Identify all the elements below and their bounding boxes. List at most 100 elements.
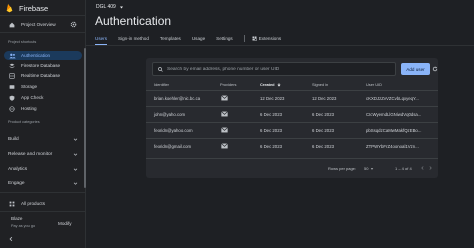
sidebar-divider bbox=[0, 32, 86, 33]
sort-descending-icon bbox=[276, 82, 281, 87]
tab-settings[interactable]: Settings bbox=[216, 33, 233, 43]
collapse-sidebar-icon[interactable] bbox=[8, 236, 14, 242]
sidebar-item-hosting[interactable]: Hosting bbox=[4, 104, 82, 113]
sidebar-item-app-check[interactable]: App Check bbox=[4, 93, 82, 102]
hosting-icon bbox=[8, 105, 16, 113]
category-engage[interactable]: Engage bbox=[8, 179, 78, 187]
page-range: 1 – 4 of 4 bbox=[395, 166, 412, 171]
column-identifier[interactable]: Identifier bbox=[154, 82, 169, 87]
category-label: Release and monitor bbox=[8, 151, 53, 157]
sidebar-divider bbox=[0, 211, 86, 212]
user-created: 12 Dec 2023 bbox=[260, 96, 285, 101]
tab-templates[interactable]: Templates bbox=[160, 33, 181, 43]
tab-users[interactable]: Users bbox=[95, 33, 107, 45]
rows-per-page-label: Rows per page: bbox=[328, 166, 357, 171]
add-user-button[interactable]: Add user bbox=[401, 63, 430, 75]
sidebar-item-firestore[interactable]: Firestore Database bbox=[4, 61, 82, 70]
user-identifier: john@yaho.com bbox=[154, 112, 186, 117]
tab-usage[interactable]: Usage bbox=[192, 33, 205, 43]
sidebar: Firebase Project Overview Project shortc… bbox=[0, 0, 86, 248]
user-uid: ZTPWYbFrZ4oonoal1Vzn... bbox=[366, 144, 419, 149]
user-signed-in: 6 Dec 2023 bbox=[312, 112, 334, 117]
firestore-icon bbox=[8, 62, 16, 70]
user-identifier: feoridn@yahoo.com bbox=[154, 128, 193, 133]
sidebar-item-label: Storage bbox=[21, 84, 38, 89]
user-signed-in: 12 Dec 2023 bbox=[312, 96, 337, 101]
project-overview-label: Project Overview bbox=[21, 22, 56, 27]
project-selector[interactable]: DGL 409 bbox=[96, 2, 124, 12]
table-row[interactable]: john@yaho.com 6 Dec 2023 6 Dec 2023 CIcW… bbox=[146, 106, 438, 122]
user-uid: cKXDJzZvVZCvbLqxyeqY... bbox=[366, 96, 419, 101]
user-search bbox=[152, 62, 396, 76]
column-created-label: Created bbox=[260, 82, 275, 87]
table-header: Identifier Providers Created Signed in U… bbox=[146, 80, 438, 90]
grid-icon bbox=[8, 200, 16, 208]
modify-plan-button[interactable]: Modify bbox=[58, 221, 72, 226]
chevron-down-icon bbox=[73, 138, 78, 141]
column-signed-in[interactable]: Signed in bbox=[312, 82, 328, 87]
user-uid: pbSsqdzCaMwMakfQzEBo... bbox=[366, 128, 422, 133]
plan-description: Pay as you go bbox=[11, 224, 36, 228]
chevron-down-icon bbox=[73, 168, 78, 171]
sidebar-item-label: App Check bbox=[21, 95, 44, 100]
category-label: Build bbox=[8, 136, 19, 142]
sidebar-scrollbar[interactable] bbox=[84, 48, 86, 188]
user-created: 6 Dec 2023 bbox=[260, 128, 282, 133]
all-products-link[interactable]: All products bbox=[4, 199, 82, 208]
caret-down-icon bbox=[119, 6, 123, 8]
email-provider-icon bbox=[221, 127, 228, 133]
rows-per-page-select[interactable]: 50 bbox=[364, 166, 374, 171]
user-identifier: feoridn@gmail.com bbox=[154, 144, 192, 149]
sidebar-item-label: Hosting bbox=[21, 106, 37, 111]
shield-icon bbox=[8, 94, 16, 102]
column-user-uid[interactable]: User UID bbox=[366, 82, 382, 87]
storage-icon bbox=[8, 83, 16, 91]
extensions-icon bbox=[252, 36, 257, 41]
search-input[interactable] bbox=[167, 66, 387, 72]
app-name: Firebase bbox=[19, 3, 49, 13]
user-identifier: brian.koehler@nic.bc.ca bbox=[154, 96, 201, 101]
sidebar-item-authentication[interactable]: Authentication bbox=[4, 51, 82, 60]
people-icon bbox=[8, 52, 16, 60]
caret-down-icon bbox=[371, 167, 374, 170]
category-label: Analytics bbox=[8, 166, 28, 172]
sidebar-item-label: Realtime Database bbox=[21, 73, 61, 78]
table-row[interactable]: brian.koehler@nic.bc.ca 12 Dec 2023 12 D… bbox=[146, 90, 438, 106]
category-analytics[interactable]: Analytics bbox=[8, 165, 78, 173]
categories-section-label: Product categories bbox=[8, 120, 40, 124]
column-created[interactable]: Created bbox=[260, 82, 281, 87]
sidebar-item-storage[interactable]: Storage bbox=[4, 82, 82, 91]
email-provider-icon bbox=[221, 111, 228, 117]
header-divider bbox=[86, 45, 474, 46]
firebase-logo-icon bbox=[6, 3, 13, 13]
shortcuts-section-label: Project shortcuts bbox=[8, 40, 37, 44]
user-created: 6 Dec 2023 bbox=[260, 144, 282, 149]
tab-separator bbox=[243, 34, 245, 42]
sidebar-item-label: Firestore Database bbox=[21, 63, 61, 68]
table-row[interactable]: feoridn@gmail.com 6 Dec 2023 6 Dec 2023 … bbox=[146, 138, 438, 154]
search-icon bbox=[158, 66, 163, 72]
next-page-icon[interactable] bbox=[428, 165, 433, 171]
table-row[interactable]: feoridn@yahoo.com 6 Dec 2023 6 Dec 2023 … bbox=[146, 122, 438, 138]
email-provider-icon bbox=[221, 143, 228, 149]
category-release-monitor[interactable]: Release and monitor bbox=[8, 150, 78, 158]
chevron-down-icon bbox=[73, 182, 78, 185]
firebase-brand[interactable]: Firebase bbox=[6, 2, 48, 14]
category-build[interactable]: Build bbox=[8, 135, 78, 143]
gear-icon[interactable] bbox=[70, 21, 77, 28]
chevron-down-icon bbox=[73, 153, 78, 156]
column-providers[interactable]: Providers bbox=[220, 82, 236, 87]
refresh-icon[interactable] bbox=[432, 66, 438, 72]
category-label: Engage bbox=[8, 180, 25, 186]
sidebar-item-realtime-database[interactable]: Realtime Database bbox=[4, 71, 82, 80]
extensions-label: Extensions bbox=[258, 35, 282, 41]
previous-page-icon[interactable] bbox=[420, 165, 425, 171]
tab-sign-in-method[interactable]: Sign-in method bbox=[118, 33, 149, 43]
sidebar-divider bbox=[0, 15, 86, 16]
tab-extensions[interactable]: Extensions bbox=[252, 33, 281, 43]
page-title: Authentication bbox=[95, 14, 172, 28]
rows-per-page-value: 50 bbox=[364, 166, 369, 171]
project-name: DGL 409 bbox=[96, 4, 116, 10]
all-products-label: All products bbox=[21, 201, 46, 206]
database-icon bbox=[8, 72, 16, 80]
